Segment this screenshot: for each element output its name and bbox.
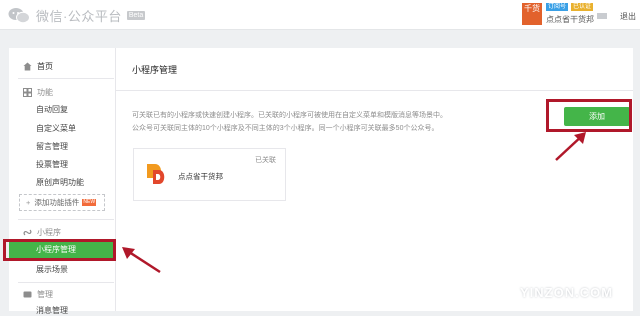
logout-link[interactable]: 退出 (620, 11, 636, 22)
new-badge: NEW (82, 199, 97, 206)
message-icon[interactable] (597, 13, 607, 19)
top-bar: 微信·公众平台 Beta 千货 订阅号 已认证 点点省干货邦 退出 (0, 0, 640, 30)
section-miniapp: 小程序 (23, 227, 61, 238)
account-name[interactable]: 点点省干货邦 (546, 14, 594, 25)
plus-icon: + (26, 198, 31, 207)
main-panel: 小程序管理 可关联已有的小程序或快速创建小程序。已关联的小程序可被使用在自定义菜… (116, 48, 633, 311)
home-icon (23, 62, 32, 71)
wechat-logo[interactable]: 微信·公众平台 Beta (8, 6, 146, 25)
sidebar-item-comments[interactable]: 留言管理 (36, 141, 68, 152)
status-badge: 已关联 (255, 157, 276, 164)
manage-icon (23, 291, 32, 298)
service-badge: 订阅号 (546, 3, 569, 11)
sidebar-item-home[interactable]: 首页 (23, 61, 53, 72)
description-line-2: 公众号可关联同主体的10个小程序及不同主体的3个小程序。同一个小程序可关联最多5… (132, 125, 439, 132)
verified-badge: 已认证 (571, 3, 594, 11)
arrow-icon (555, 132, 586, 161)
section-manage: 管理 (23, 289, 53, 300)
account-info[interactable]: 千货 订阅号 已认证 点点省干货邦 (522, 3, 594, 25)
beta-badge: Beta (126, 11, 146, 20)
miniapp-card[interactable]: 已关联 点点省干货邦 (133, 148, 286, 201)
sidebar-item-label: 首页 (37, 62, 53, 71)
grid-icon (23, 88, 32, 97)
highlight-box-sidebar (3, 239, 116, 261)
sidebar-item-scenes[interactable]: 展示场景 (36, 264, 68, 275)
watermark: YINZON.COM (520, 285, 614, 300)
sidebar-item-custom-menu[interactable]: 自定义菜单 (36, 123, 76, 134)
arrow-icon (122, 247, 161, 274)
section-function: 功能 (23, 87, 53, 98)
miniapp-logo-icon (147, 164, 165, 184)
divider (18, 219, 114, 220)
sidebar: 首页 功能 自动回复 自定义菜单 留言管理 投票管理 原创声明功能 + 添加功能… (9, 48, 116, 315)
wechat-icon (8, 8, 30, 24)
sidebar-item-original[interactable]: 原创声明功能 (36, 177, 84, 188)
sidebar-item-auto-reply[interactable]: 自动回复 (36, 104, 68, 115)
divider (18, 78, 114, 79)
divider (18, 282, 114, 283)
sidebar-item-votes[interactable]: 投票管理 (36, 159, 68, 170)
miniapp-name: 点点省干货邦 (178, 172, 223, 181)
miniapp-icon (23, 229, 32, 236)
divider (116, 90, 633, 91)
description-line-1: 可关联已有的小程序或快速创建小程序。已关联的小程序可被使用在自定义菜单和模版消息… (132, 112, 447, 119)
avatar[interactable]: 千货 (522, 3, 542, 25)
page-title: 小程序管理 (132, 65, 178, 75)
add-plugin-button[interactable]: + 添加功能插件 NEW (19, 194, 105, 211)
app-title: 微信·公众平台 (36, 9, 122, 24)
